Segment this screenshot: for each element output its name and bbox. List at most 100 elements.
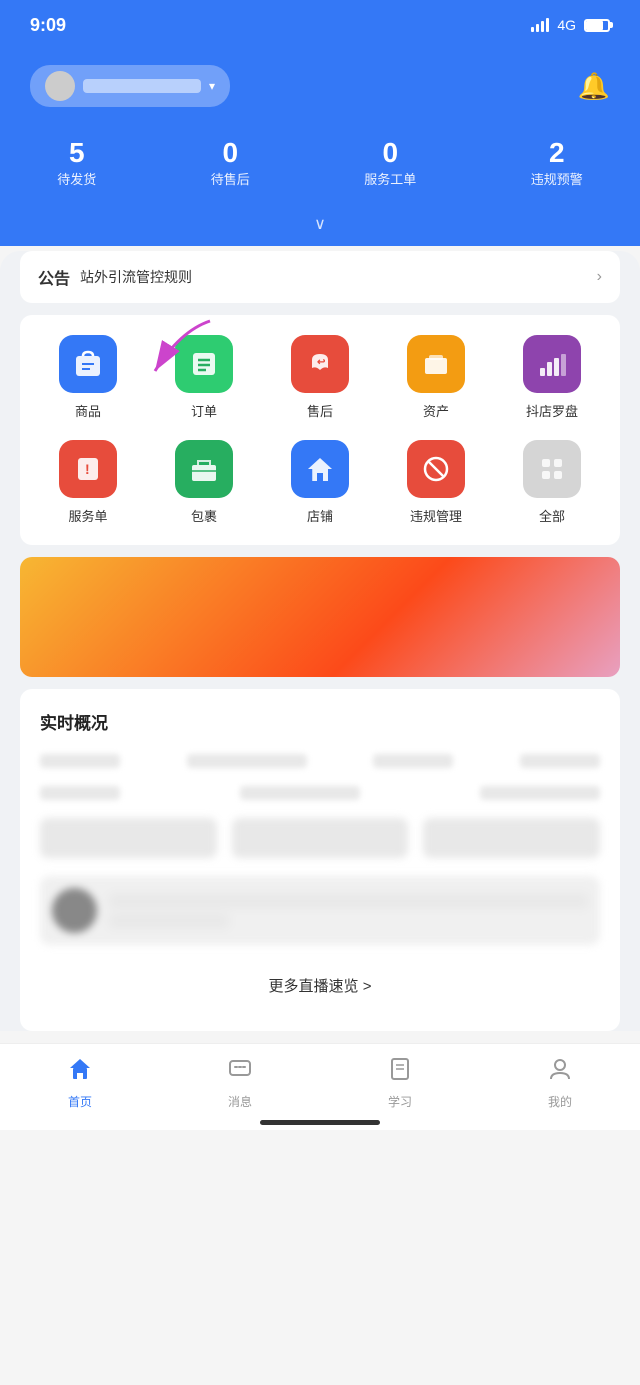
blur-text-lines <box>109 894 588 928</box>
blur-data-4 <box>520 754 600 768</box>
blur-data-7 <box>480 786 600 800</box>
message-nav-icon <box>227 1056 253 1089</box>
blur-card-1 <box>40 818 217 858</box>
blur-data-3 <box>373 754 453 768</box>
blur-row-2 <box>40 786 600 800</box>
menu-item-compass[interactable]: 抖店罗盘 <box>502 335 602 420</box>
compass-label: 抖店罗盘 <box>526 401 578 420</box>
announcement-arrow-icon: › <box>597 268 602 286</box>
service-order-icon: ! <box>59 440 117 498</box>
menu-item-parcel[interactable]: 包裹 <box>154 440 254 525</box>
stat-label-violation: 违规预警 <box>531 172 583 187</box>
stat-violation-warning[interactable]: 2 违规预警 <box>531 137 583 189</box>
parcel-icon <box>175 440 233 498</box>
chevron-down-icon: ▾ <box>209 79 215 93</box>
home-nav-icon <box>67 1056 93 1089</box>
parcel-label: 包裹 <box>191 506 217 525</box>
announcement-tag: 公告 <box>38 265 70 289</box>
bell-icon[interactable]: 🔔 <box>578 71 610 102</box>
store-label: 店铺 <box>307 506 333 525</box>
product-label: 商品 <box>75 401 101 420</box>
assets-label: 资产 <box>423 401 449 420</box>
stat-label-pending-ship: 待发货 <box>57 172 96 187</box>
shop-selector[interactable]: ▾ <box>30 65 230 107</box>
nav-item-mine[interactable]: 我的 <box>510 1056 610 1110</box>
menu-item-store[interactable]: 店铺 <box>270 440 370 525</box>
chevron-down-icon: ∨ <box>314 216 326 233</box>
violation-mgmt-label: 违规管理 <box>410 506 462 525</box>
assets-icon <box>407 335 465 393</box>
home-nav-label: 首页 <box>68 1093 92 1110</box>
blur-row-3 <box>40 818 600 858</box>
nav-item-home[interactable]: 首页 <box>30 1056 130 1110</box>
blur-data-5 <box>40 786 120 800</box>
battery-icon <box>584 19 610 32</box>
violation-mgmt-icon <box>407 440 465 498</box>
stat-num-violation: 2 <box>531 137 583 169</box>
menu-item-assets[interactable]: 资产 <box>386 335 486 420</box>
svg-text:!: ! <box>85 461 90 477</box>
shop-name <box>83 79 201 93</box>
mine-nav-label: 我的 <box>548 1093 572 1110</box>
product-icon <box>59 335 117 393</box>
stat-num-pending-ship: 5 <box>57 137 96 169</box>
status-time: 9:09 <box>30 15 66 36</box>
home-indicator <box>260 1120 380 1125</box>
compass-icon <box>523 335 581 393</box>
stat-num-pending-aftersale: 0 <box>211 137 250 169</box>
blur-data-1 <box>40 754 120 768</box>
store-icon <box>291 440 349 498</box>
blur-row-1 <box>40 754 600 768</box>
status-right: 4G <box>531 17 610 33</box>
learn-nav-label: 学习 <box>388 1093 412 1110</box>
realtime-section: 实时概况 更多直播速览 > <box>20 689 620 1031</box>
signal-icon <box>531 18 549 32</box>
expand-arrow[interactable]: ∨ <box>0 214 640 246</box>
main-content: 公告 站外引流管控规则 › 商品 <box>0 251 640 1031</box>
nav-item-message[interactable]: 消息 <box>190 1056 290 1110</box>
signal-label: 4G <box>557 17 576 33</box>
stat-label-pending-aftersale: 待售后 <box>211 172 250 187</box>
blur-data-2 <box>187 754 307 768</box>
aftersale-icon: ↩ <box>291 335 349 393</box>
menu-item-violation-mgmt[interactable]: 违规管理 <box>386 440 486 525</box>
menu-row-1: 商品 订单 ↩ <box>30 335 610 420</box>
banner-section[interactable] <box>20 557 620 677</box>
all-label: 全部 <box>539 506 565 525</box>
more-live-arrow-icon: > <box>363 978 372 995</box>
service-order-label: 服务单 <box>68 506 107 525</box>
svg-text:↩: ↩ <box>317 357 326 368</box>
learn-nav-icon <box>387 1056 413 1089</box>
menu-grid: 商品 订单 ↩ <box>20 315 620 545</box>
all-icon <box>523 440 581 498</box>
announcement-bar[interactable]: 公告 站外引流管控规则 › <box>20 251 620 303</box>
mine-nav-icon <box>547 1056 573 1089</box>
more-live-button[interactable]: 更多直播速览 > <box>40 960 600 1011</box>
menu-item-aftersale[interactable]: ↩ 售后 <box>270 335 370 420</box>
menu-item-product[interactable]: 商品 <box>38 335 138 420</box>
more-live-text: 更多直播速览 <box>269 978 359 995</box>
menu-item-service-order[interactable]: ! 服务单 <box>38 440 138 525</box>
announcement-text: 站外引流管控规则 <box>80 267 587 287</box>
bottom-nav: 首页 消息 学习 我的 <box>0 1043 640 1130</box>
blur-line-1 <box>109 894 588 908</box>
stat-pending-aftersale[interactable]: 0 待售后 <box>211 137 250 189</box>
header: ▾ 🔔 <box>0 50 640 127</box>
shop-avatar <box>45 71 75 101</box>
order-label: 订单 <box>191 401 217 420</box>
aftersale-label: 售后 <box>307 401 333 420</box>
nav-item-learn[interactable]: 学习 <box>350 1056 450 1110</box>
blur-card-3 <box>423 818 600 858</box>
blur-line-2 <box>109 914 229 928</box>
blur-data-6 <box>240 786 360 800</box>
menu-item-order[interactable]: 订单 <box>154 335 254 420</box>
menu-item-all[interactable]: 全部 <box>502 440 602 525</box>
blur-avatar <box>52 888 97 933</box>
menu-row-2: ! 服务单 包裹 <box>30 440 610 525</box>
blur-banner <box>40 876 600 945</box>
realtime-title: 实时概况 <box>40 709 600 734</box>
message-nav-label: 消息 <box>228 1093 252 1110</box>
stat-num-service-order: 0 <box>364 137 416 169</box>
stat-service-order[interactable]: 0 服务工单 <box>364 137 416 189</box>
stat-pending-ship[interactable]: 5 待发货 <box>57 137 96 189</box>
